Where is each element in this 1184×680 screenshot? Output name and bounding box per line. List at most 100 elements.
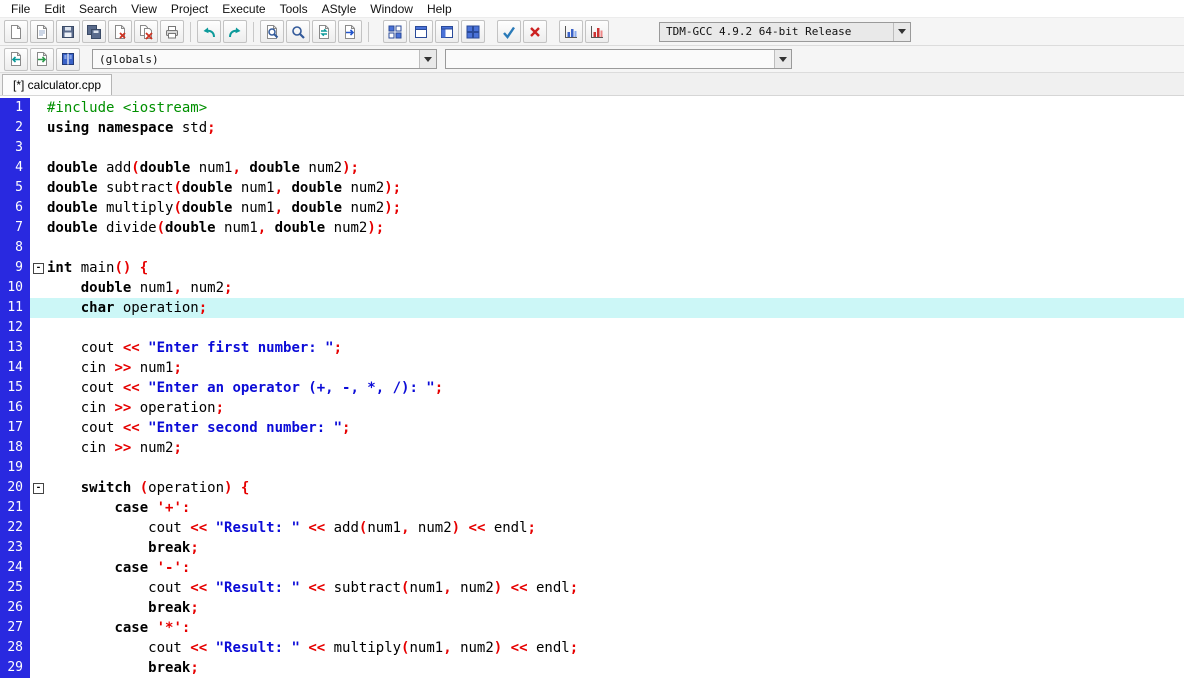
code-line[interactable]: 27 case '*': (0, 618, 1184, 638)
code-line[interactable]: 16 cin >> operation; (0, 398, 1184, 418)
code-line[interactable]: 17 cout << "Enter second number: "; (0, 418, 1184, 438)
code-line[interactable]: 3 (0, 138, 1184, 158)
members-select[interactable] (445, 49, 792, 69)
menu-item-search[interactable]: Search (72, 0, 124, 18)
class-browser-button[interactable] (56, 47, 80, 71)
code-line[interactable]: 20- switch (operation) { (0, 478, 1184, 498)
window-button[interactable] (409, 20, 433, 43)
close-button[interactable] (108, 20, 132, 43)
line-number[interactable]: 20 (0, 478, 30, 498)
line-number[interactable]: 24 (0, 558, 30, 578)
code-line[interactable]: 29 break; (0, 658, 1184, 678)
code-line[interactable]: 10 double num1, num2; (0, 278, 1184, 298)
line-number[interactable]: 1 (0, 98, 30, 118)
menu-item-window[interactable]: Window (363, 0, 420, 18)
code-line[interactable]: 14 cin >> num1; (0, 358, 1184, 378)
code-line[interactable]: 7 double divide(double num1, double num2)… (0, 218, 1184, 238)
find-in-files-button[interactable] (286, 20, 310, 43)
line-number[interactable]: 16 (0, 398, 30, 418)
line-number[interactable]: 8 (0, 238, 30, 258)
profile-button[interactable] (559, 20, 583, 43)
line-number[interactable]: 5 (0, 178, 30, 198)
code-line[interactable]: 23 break; (0, 538, 1184, 558)
line-number[interactable]: 11 (0, 298, 30, 318)
redo-button[interactable] (223, 20, 247, 43)
line-number[interactable]: 7 (0, 218, 30, 238)
replace-button[interactable] (312, 20, 336, 43)
line-number[interactable]: 28 (0, 638, 30, 658)
menu-item-execute[interactable]: Execute (215, 0, 272, 18)
code-line[interactable]: 19 (0, 458, 1184, 478)
save-all-button[interactable] (82, 20, 106, 43)
line-number[interactable]: 23 (0, 538, 30, 558)
tile-windows-button[interactable] (461, 20, 485, 43)
code-line[interactable]: 18 cin >> num2; (0, 438, 1184, 458)
line-number[interactable]: 27 (0, 618, 30, 638)
code-line[interactable]: 15 cout << "Enter an operator (+, -, *, … (0, 378, 1184, 398)
undo-button[interactable] (197, 20, 221, 43)
project-view-button[interactable] (383, 20, 407, 43)
code-line[interactable]: 6 double multiply(double num1, double num… (0, 198, 1184, 218)
line-number[interactable]: 6 (0, 198, 30, 218)
goto-definition-button[interactable] (30, 47, 54, 71)
code-line[interactable]: 2 using namespace std; (0, 118, 1184, 138)
line-number[interactable]: 19 (0, 458, 30, 478)
code-line[interactable]: 28 cout << "Result: " << multiply(num1, … (0, 638, 1184, 658)
line-number[interactable]: 10 (0, 278, 30, 298)
code-line[interactable]: 25 cout << "Result: " << subtract(num1, … (0, 578, 1184, 598)
fold-collapse-icon[interactable]: - (33, 482, 44, 494)
goto-line-button[interactable] (338, 20, 362, 43)
line-number[interactable]: 26 (0, 598, 30, 618)
code-line[interactable]: 26 break; (0, 598, 1184, 618)
new-file-button[interactable] (4, 20, 28, 43)
line-number[interactable]: 3 (0, 138, 30, 158)
syntax-check-button[interactable] (497, 20, 521, 43)
profile-delete-button[interactable] (585, 20, 609, 43)
line-number[interactable]: 29 (0, 658, 30, 678)
line-number[interactable]: 22 (0, 518, 30, 538)
abort-compile-button[interactable] (523, 20, 547, 43)
code-line[interactable]: 21 case '+': (0, 498, 1184, 518)
line-number[interactable]: 9 (0, 258, 30, 278)
code-line[interactable]: 5 double subtract(double num1, double num… (0, 178, 1184, 198)
line-number[interactable]: 21 (0, 498, 30, 518)
menu-item-file[interactable]: File (4, 0, 37, 18)
print-button[interactable] (160, 20, 184, 43)
code-line[interactable]: 4 double add(double num1, double num2); (0, 158, 1184, 178)
goto-declaration-button[interactable] (4, 47, 28, 71)
menu-item-project[interactable]: Project (164, 0, 215, 18)
line-number[interactable]: 13 (0, 338, 30, 358)
find-button[interactable] (260, 20, 284, 43)
code-line[interactable]: 13 cout << "Enter first number: "; (0, 338, 1184, 358)
code-line[interactable]: 11 char operation; (0, 298, 1184, 318)
fold-collapse-icon[interactable]: - (33, 262, 44, 274)
editor[interactable]: 1 #include <iostream> 2 using namespace std… (0, 96, 1184, 680)
open-file-button[interactable] (30, 20, 54, 43)
globals-select[interactable]: (globals) (92, 49, 437, 69)
line-number[interactable]: 14 (0, 358, 30, 378)
code-line[interactable]: 1 #include <iostream> (0, 98, 1184, 118)
code-line[interactable]: 8 (0, 238, 1184, 258)
line-number[interactable]: 12 (0, 318, 30, 338)
menu-item-astyle[interactable]: AStyle (315, 0, 364, 18)
code-line[interactable]: 9- int main() { (0, 258, 1184, 278)
line-number[interactable]: 17 (0, 418, 30, 438)
compiler-select[interactable]: TDM-GCC 4.9.2 64-bit Release (659, 21, 911, 42)
close-all-button[interactable] (134, 20, 158, 43)
save-button[interactable] (56, 20, 80, 43)
split-view-button[interactable] (435, 20, 459, 43)
line-number[interactable]: 15 (0, 378, 30, 398)
code-line[interactable]: 24 case '-': (0, 558, 1184, 578)
code-line[interactable]: 12 (0, 318, 1184, 338)
menu-item-help[interactable]: Help (420, 0, 459, 18)
menu-item-view[interactable]: View (124, 0, 164, 18)
menu-item-edit[interactable]: Edit (37, 0, 72, 18)
tab-calculator-cpp[interactable]: [*] calculator.cpp (2, 74, 113, 95)
line-number[interactable]: 25 (0, 578, 30, 598)
line-number[interactable]: 4 (0, 158, 30, 178)
menu-item-tools[interactable]: Tools (273, 0, 315, 18)
line-number[interactable]: 18 (0, 438, 30, 458)
line-number[interactable]: 2 (0, 118, 30, 138)
code-line[interactable]: 22 cout << "Result: " << add(num1, num2)… (0, 518, 1184, 538)
